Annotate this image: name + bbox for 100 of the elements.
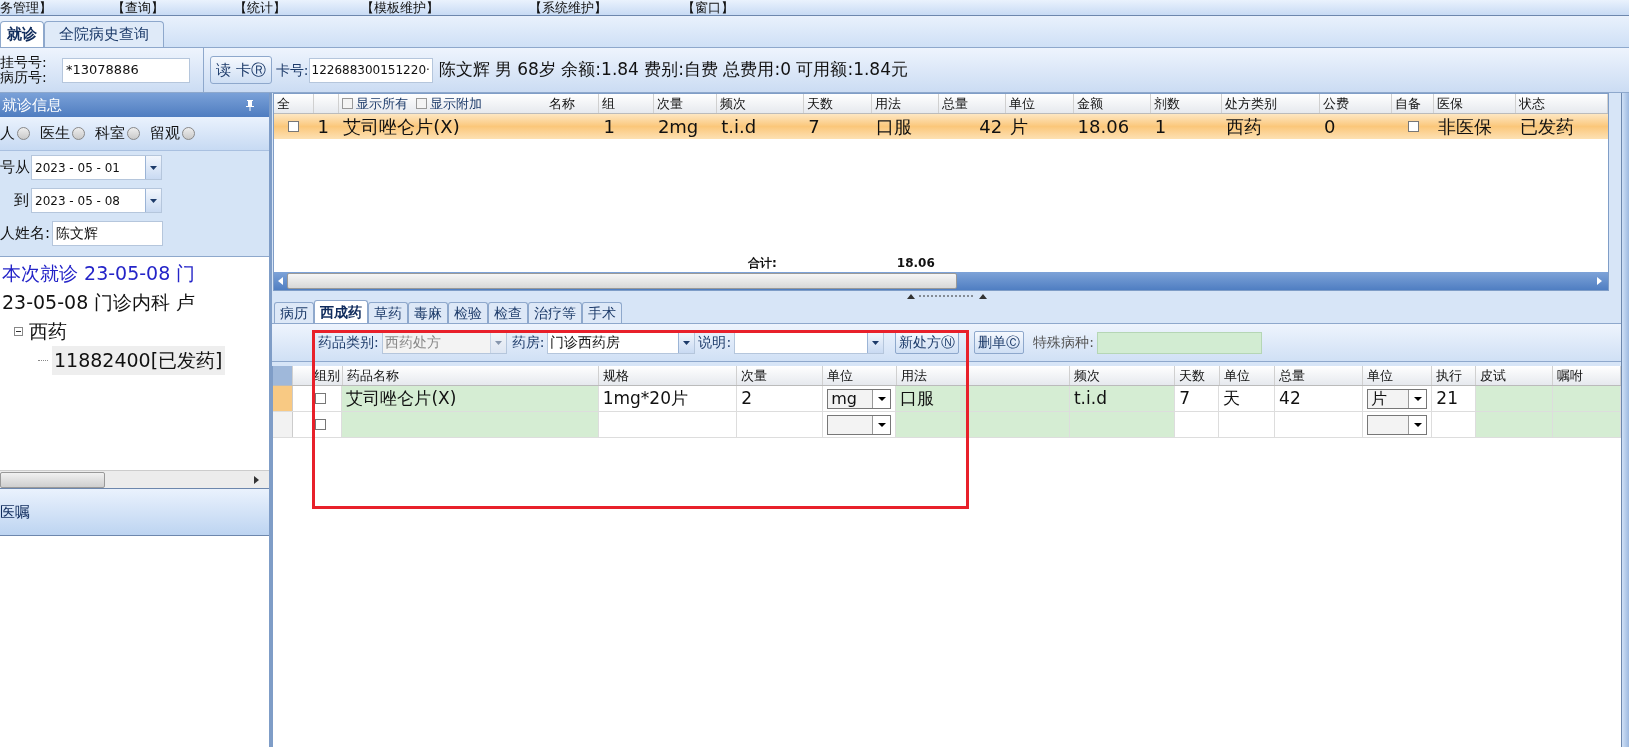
column-header[interactable]: 用法 (900, 366, 927, 385)
column-header[interactable]: 规格 (602, 366, 629, 385)
new-prescription-button[interactable]: 新处方Ⓝ (895, 331, 960, 354)
column-header[interactable]: 嘱咐 (1556, 366, 1583, 385)
column-header[interactable]: 处方类别 (1225, 94, 1278, 113)
order-row[interactable]: 1 艾司唑仑片(X) 1 2mg t.i.d 7 口服 42 片 18.06 1 西药 0 非医保 已发药 (274, 114, 1608, 139)
checkbox[interactable] (1407, 121, 1419, 132)
card-label: 卡号: (275, 60, 309, 80)
tree-item[interactable]: 本次就诊 23-05-08 门 (0, 259, 198, 288)
column-header[interactable]: 金额 (1076, 94, 1103, 113)
column-header[interactable]: 状态 (1519, 94, 1545, 113)
special-disease-label: 特殊病种: (1033, 333, 1094, 352)
column-header[interactable]: 单位 (1009, 94, 1036, 113)
column-header[interactable]: 频次 (1074, 366, 1101, 385)
tab[interactable]: 检查 (488, 302, 528, 323)
radio-button[interactable] (72, 127, 85, 140)
column-header[interactable]: 总量 (1279, 366, 1306, 385)
column-header[interactable]: 天数 (1179, 366, 1206, 385)
column-header[interactable]: 医保 (1436, 94, 1463, 113)
column-header[interactable]: 皮试 (1480, 366, 1507, 385)
tab[interactable]: 就诊 (0, 21, 44, 47)
header-corner[interactable] (273, 366, 294, 385)
menu-item[interactable]: 【统计】 (234, 0, 286, 15)
unit-select[interactable]: 片 (1367, 388, 1428, 409)
column-header[interactable]: 频次 (720, 94, 747, 113)
dropdown-button[interactable] (145, 189, 161, 212)
scroll-left-icon[interactable] (278, 277, 283, 285)
dropdown-button[interactable] (145, 156, 161, 179)
special-disease-field[interactable] (1096, 331, 1262, 354)
menu-item[interactable]: 务管理】 (0, 0, 52, 15)
column-header[interactable]: 用法 (874, 94, 901, 113)
dropdown-button[interactable] (867, 332, 884, 353)
note-select[interactable] (734, 331, 885, 354)
checkbox[interactable] (416, 98, 428, 109)
pharmacy-select[interactable]: 门诊西药房 (547, 331, 696, 354)
radio-button[interactable] (127, 127, 140, 140)
record-number-field[interactable]: *13078886 (62, 57, 190, 83)
column-header[interactable]: 天数 (807, 94, 834, 113)
checkbox[interactable] (342, 98, 354, 109)
tree-item[interactable]: 西药 (27, 317, 69, 346)
menu-item[interactable]: 【系统维护】 (529, 0, 607, 15)
column-header[interactable]: 组 (602, 94, 616, 113)
delete-button[interactable]: 删单Ⓒ (974, 331, 1025, 354)
tab[interactable]: 病历 (274, 302, 314, 323)
name-field[interactable]: 陈文辉 (52, 221, 163, 246)
tab[interactable]: 治疗等 (528, 302, 582, 323)
column-header[interactable]: 自备 (1395, 94, 1422, 113)
card-number-field[interactable]: 122688300151220· (308, 57, 433, 83)
column-header[interactable]: 次量 (741, 366, 768, 385)
row-marker[interactable] (273, 412, 294, 437)
column-header[interactable]: 公费 (1323, 94, 1349, 113)
tab[interactable]: 毒麻 (408, 302, 448, 323)
column-header[interactable]: 执行 (1436, 366, 1463, 385)
tab[interactable]: 西成药 (314, 300, 368, 323)
scroll-right-icon[interactable] (254, 475, 259, 484)
scrollbar-thumb[interactable] (287, 273, 957, 289)
checkbox[interactable] (315, 418, 327, 430)
radio-button[interactable] (17, 127, 30, 140)
category-label: 药品类别: (318, 333, 379, 352)
column-header[interactable]: 总量 (942, 94, 968, 113)
tree-item[interactable]: 11882400[已发药] (52, 346, 225, 375)
date-field[interactable]: 2023 - 05 - 01 (31, 155, 162, 180)
table-cell-text: 非医保 (1437, 115, 1492, 139)
caret-icon (150, 198, 157, 203)
date-field[interactable]: 2023 - 05 - 08 (31, 188, 162, 213)
tree-item[interactable]: 23-05-08 门诊内科 卢 (0, 288, 198, 317)
record-label: 病历号: (0, 70, 48, 85)
current-row-marker[interactable] (273, 386, 294, 411)
column-header[interactable]: 剂数 (1153, 94, 1180, 113)
read-card-button[interactable]: 读 卡Ⓡ (210, 56, 272, 84)
tab[interactable]: 手术 (582, 302, 622, 323)
column-header[interactable]: 单位 (827, 366, 854, 385)
menu-item[interactable]: 【模板维护】 (361, 0, 439, 15)
unit-select[interactable]: mg (827, 388, 892, 409)
caret-icon (1413, 396, 1422, 401)
column-header[interactable]: 药品名称 (346, 366, 399, 385)
column-header[interactable]: 次量 (656, 94, 683, 113)
column-header[interactable]: 单位 (1223, 366, 1250, 385)
unit-select[interactable] (1367, 414, 1428, 435)
menu-item[interactable]: 【查询】 (112, 0, 164, 15)
checkbox[interactable] (315, 392, 327, 404)
splitter-grip-icon[interactable] (906, 293, 987, 299)
column-header[interactable]: 全 (277, 94, 290, 113)
dropdown-button[interactable] (678, 332, 695, 353)
tab[interactable]: 检验 (448, 302, 488, 323)
column-header[interactable]: 单位 (1367, 366, 1394, 385)
scrollbar-thumb[interactable] (0, 471, 105, 488)
tab[interactable]: 草药 (368, 302, 408, 323)
menu-item[interactable]: 【窗口】 (682, 0, 734, 15)
collapse-icon[interactable] (14, 327, 23, 336)
column-header[interactable]: 组别 (314, 366, 341, 385)
scrollbar-track[interactable] (1621, 93, 1629, 747)
note-label: 说明: (698, 333, 732, 352)
checkbox[interactable] (288, 121, 300, 132)
pin-icon[interactable] (245, 99, 255, 111)
column-header[interactable]: 名称 (549, 94, 576, 113)
unit-select[interactable] (827, 414, 892, 435)
radio-button[interactable] (182, 127, 195, 140)
tab[interactable]: 全院病史查询 (44, 21, 164, 47)
table-cell: t.i.d (1069, 386, 1176, 411)
